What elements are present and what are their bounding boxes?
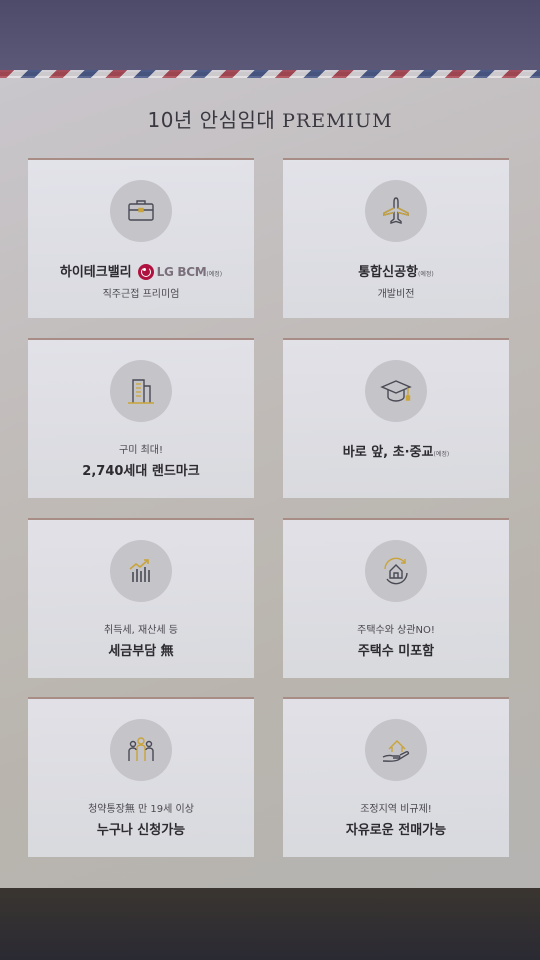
house-cycle-icon (365, 540, 427, 602)
card-title: 바로 앞, 초·중교 (342, 445, 434, 460)
card-title: 누구나 신청가능 (96, 823, 186, 838)
house-hand-icon (365, 719, 427, 781)
feature-card-resale: 조정지역 비규제! 자유로운 전매가능 (283, 697, 509, 857)
feature-card-landmark: 구미 최대! 2,740세대 랜드마크 (28, 338, 254, 498)
card-subtitle-top: 주택수와 상관NO! (357, 625, 435, 636)
feature-card-airport: 통합신공항(예정) 개발비전 (283, 158, 509, 318)
card-main-text: 하이테크밸리 LG BCM(예정) (28, 261, 254, 281)
card-title: 통합신공항 (358, 265, 419, 280)
top-background-band (0, 0, 540, 72)
building-icon (110, 360, 172, 422)
card-subtitle-top: 청약통장無 만 19세 이상 (88, 804, 194, 815)
page-title: 10년 안심임대 PREMIUM (0, 104, 540, 133)
card-title: 2,740세대 랜드마크 (82, 464, 200, 479)
lg-brand-text: LG BCM (156, 265, 207, 279)
planned-tag: (예정) (206, 271, 223, 278)
lg-logo-icon (137, 263, 154, 280)
airplane-icon (365, 180, 427, 242)
planned-tag: (예정) (418, 271, 434, 278)
card-title: 하이테크밸리 (59, 265, 132, 280)
title-korean: 10년 안심임대 (147, 108, 276, 132)
feature-card-hitech-valley: 하이테크밸리 LG BCM(예정) 직주근접 프리미엄 (28, 158, 254, 318)
card-main-text: 바로 앞, 초·중교(예정) (283, 441, 509, 460)
card-subtitle-top: 조정지역 비규제! (360, 804, 432, 815)
graduation-cap-icon (365, 360, 427, 422)
briefcase-icon (110, 180, 172, 242)
card-subtitle-top: 구미 최대! (119, 445, 163, 456)
people-icon (110, 719, 172, 781)
bottom-background-band (0, 888, 540, 960)
card-subtitle: 개발비전 (377, 289, 415, 300)
card-title: 세금부담 無 (108, 644, 174, 659)
feature-card-house-count: 주택수와 상관NO! 주택수 미포함 (283, 518, 509, 678)
feature-card-anyone: 청약통장無 만 19세 이상 누구나 신청가능 (28, 697, 254, 857)
card-subtitle-top: 취득세, 재산세 등 (104, 625, 178, 636)
airmail-border (0, 70, 540, 78)
card-subtitle: 직주근접 프리미엄 (102, 289, 180, 300)
tax-chart-icon (110, 540, 172, 602)
planned-tag: (예정) (433, 451, 450, 458)
card-main-text: 통합신공항(예정) (283, 261, 509, 280)
card-title: 자유로운 전매가능 (345, 823, 447, 838)
card-title: 주택수 미포함 (357, 644, 435, 659)
feature-card-school: 바로 앞, 초·중교(예정) (283, 338, 509, 498)
title-english: PREMIUM (282, 110, 393, 132)
feature-card-tax: 취득세, 재산세 등 세금부담 無 (28, 518, 254, 678)
